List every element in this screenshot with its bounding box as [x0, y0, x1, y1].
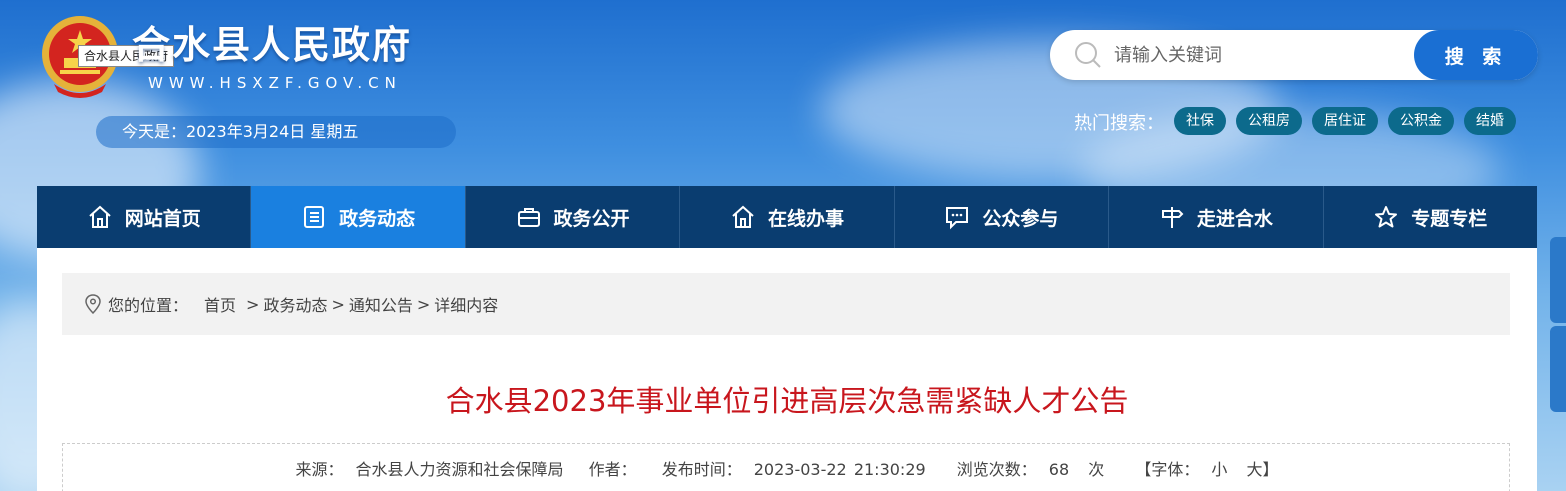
- hot-tag-housing-fund[interactable]: 公积金: [1388, 107, 1454, 135]
- nav-item-special-topics[interactable]: 专题专栏: [1324, 186, 1537, 248]
- hot-tag-social-security[interactable]: 社保: [1174, 107, 1226, 135]
- breadcrumb-home[interactable]: 首页: [204, 292, 236, 316]
- hot-tag-residence-permit[interactable]: 居住证: [1312, 107, 1378, 135]
- views-count: 68: [1048, 460, 1070, 479]
- breadcrumb-prefix: 您的位置：: [108, 296, 189, 315]
- nav-item-label: 走进合水: [1196, 207, 1273, 230]
- signpost-icon: [1161, 207, 1184, 228]
- nav-item-online-service[interactable]: 在线办事: [680, 186, 895, 248]
- font-size-label: 【字体：: [1135, 460, 1200, 479]
- location-pin-icon: [85, 294, 101, 314]
- breadcrumb-detail: 详细内容: [434, 296, 499, 315]
- breadcrumb-news[interactable]: 政务动态: [263, 292, 327, 316]
- search-icon: [1075, 42, 1101, 68]
- site-title[interactable]: 合水县人民政府: [132, 14, 412, 69]
- main-nav: 网站首页 政务动态 政务公开 在线办事 公众参与 走进合水 专题专栏: [37, 186, 1537, 248]
- publish-time-label: 发布时间：: [661, 460, 742, 479]
- main-content: 您的位置： 首页 > 政务动态 > 通知公告 > 详细内容 合水县2023年事业…: [37, 248, 1537, 491]
- home-icon: [89, 205, 111, 228]
- chat-icon: [946, 207, 969, 230]
- hot-tag-public-rental[interactable]: 公租房: [1236, 107, 1302, 135]
- side-float-tab[interactable]: [1550, 326, 1566, 412]
- article-meta: 来源： 合水县人力资源和社会保障局 作者： 发布时间： 2023-03-22 21:…: [37, 456, 1537, 480]
- nav-item-label: 公众参与: [982, 207, 1059, 230]
- breadcrumb-notices[interactable]: 通知公告: [349, 292, 413, 316]
- star-icon: [1375, 206, 1398, 228]
- nav-item-label: 在线办事: [767, 207, 844, 230]
- nav-item-open-gov[interactable]: 政务公开: [466, 186, 681, 248]
- search-button[interactable]: 搜 索: [1414, 30, 1538, 80]
- nav-item-participation[interactable]: 公众参与: [895, 186, 1110, 248]
- author-label: 作者：: [588, 460, 637, 479]
- briefcase-icon: [517, 208, 540, 227]
- article-title: 合水县2023年事业单位引进高层次急需紧缺人才公告: [445, 384, 1129, 418]
- hot-tag-marriage[interactable]: 结婚: [1464, 107, 1516, 135]
- breadcrumb: 您的位置： 首页 > 政务动态 > 通知公告 > 详细内容: [62, 273, 1510, 335]
- views-unit: 次: [1088, 460, 1105, 479]
- source-value: 合水县人力资源和社会保障局: [355, 460, 564, 479]
- nav-item-about-heshui[interactable]: 走进合水: [1109, 186, 1324, 248]
- search-box: 搜 索: [1050, 30, 1538, 80]
- hot-search-tags: 社保 公租房 居住证 公积金 结婚: [1174, 107, 1516, 135]
- hot-search-label: 热门搜索：: [1074, 113, 1164, 134]
- site-url: WWW.HSXZF.GOV.CN: [148, 74, 402, 92]
- breadcrumb-separator: >: [331, 294, 345, 314]
- side-float-tab[interactable]: [1550, 237, 1566, 323]
- views-label: 浏览次数：: [956, 460, 1037, 479]
- source-label: 来源：: [295, 460, 344, 479]
- font-large-button[interactable]: 大】: [1246, 460, 1278, 479]
- nav-item-label: 政务公开: [553, 207, 630, 230]
- current-date: 今天是：2023年3月24日 星期五: [96, 116, 456, 148]
- nav-item-label: 政务动态: [339, 207, 416, 230]
- nav-item-label: 网站首页: [124, 207, 201, 230]
- document-list-icon: [304, 206, 325, 228]
- nav-item-news[interactable]: 政务动态: [251, 186, 466, 248]
- nav-item-label: 专题专栏: [1411, 207, 1488, 230]
- nav-item-home[interactable]: 网站首页: [37, 186, 252, 248]
- font-small-button[interactable]: 小: [1211, 460, 1227, 479]
- home-outline-icon: [732, 205, 754, 228]
- breadcrumb-separator: >: [416, 294, 431, 314]
- breadcrumb-separator: >: [246, 294, 260, 314]
- search-input[interactable]: [1114, 40, 1394, 70]
- publish-time-value: 2023-03-22 21:30:29: [753, 460, 926, 479]
